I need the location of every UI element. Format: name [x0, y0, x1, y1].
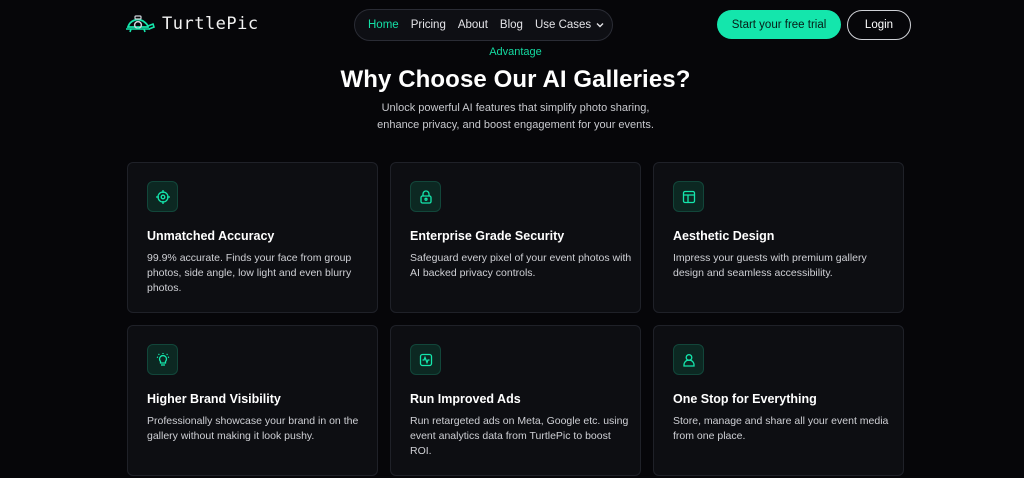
feature-title: Enterprise Grade Security: [410, 229, 565, 243]
card-icon-box: [673, 344, 704, 375]
feature-description: Impress your guests with premium gallery…: [673, 252, 867, 279]
target-icon: [155, 189, 170, 204]
card-icon-box: [147, 181, 178, 212]
feature-card-design: Aesthetic Design Impress your guests wit…: [653, 162, 904, 313]
brand-name: TurtlePic: [162, 14, 259, 34]
feature-card-accuracy: Unmatched Accuracy 99.9% accurate. Finds…: [127, 162, 378, 313]
feature-card-brand-visibility: Higher Brand Visibility Professionally s…: [127, 325, 378, 476]
main-nav: Home Pricing About Blog Use Cases: [354, 9, 613, 41]
feature-card-security: Enterprise Grade Security Safeguard ever…: [390, 162, 641, 313]
feature-title: Unmatched Accuracy: [147, 229, 275, 243]
nav-use-cases[interactable]: Use Cases: [535, 19, 604, 31]
section-subtitle-line: Unlock powerful AI features that simplif…: [381, 102, 650, 114]
feature-description: Run retargeted ads on Meta, Google etc. …: [410, 415, 629, 457]
section-title: Why Choose Our AI Galleries?: [340, 66, 691, 93]
feature-description: Store, manage and share all your event m…: [673, 415, 889, 442]
feature-title: Higher Brand Visibility: [147, 392, 281, 406]
user-icon: [682, 353, 695, 367]
card-icon-box: [410, 181, 441, 212]
nav-use-cases-label: Use Cases: [534, 19, 592, 31]
lock-icon: [419, 189, 432, 204]
feature-description: Professionally showcase your brand in on…: [147, 415, 359, 442]
section-subtitle-line: enhance privacy, and boost engagement fo…: [377, 119, 654, 131]
feature-card-ads: Run Improved Ads Run retargeted ads on M…: [390, 325, 641, 476]
chevron-down-icon: [596, 23, 604, 28]
card-icon-box: [673, 181, 704, 212]
nav-blog[interactable]: Blog: [500, 19, 523, 31]
layout-icon: [682, 190, 695, 203]
card-icon-box: [410, 344, 441, 375]
feature-description: 99.9% accurate. Finds your face from gro…: [147, 252, 352, 294]
nav-pricing[interactable]: Pricing: [411, 19, 446, 31]
feature-card-one-stop: One Stop for Everything Store, manage an…: [653, 325, 904, 476]
section-subtitle: Unlock powerful AI features that simplif…: [0, 100, 1024, 134]
nav-home[interactable]: Home: [368, 19, 399, 31]
feature-title: Aesthetic Design: [673, 229, 775, 243]
section-eyebrow: Advantage: [489, 46, 542, 58]
login-button[interactable]: Login: [847, 10, 911, 40]
turtle-logo-icon: [126, 15, 155, 33]
nav-about[interactable]: About: [458, 19, 488, 31]
feature-title: Run Improved Ads: [410, 392, 521, 406]
lightbulb-icon: [156, 352, 169, 366]
start-free-trial-button[interactable]: Start your free trial: [717, 10, 841, 39]
card-icon-box: [147, 344, 178, 375]
feature-title: One Stop for Everything: [673, 392, 817, 406]
brand-logo[interactable]: TurtlePic: [124, 12, 259, 36]
activity-icon: [419, 353, 432, 366]
feature-description: Safeguard every pixel of your event phot…: [410, 252, 632, 279]
